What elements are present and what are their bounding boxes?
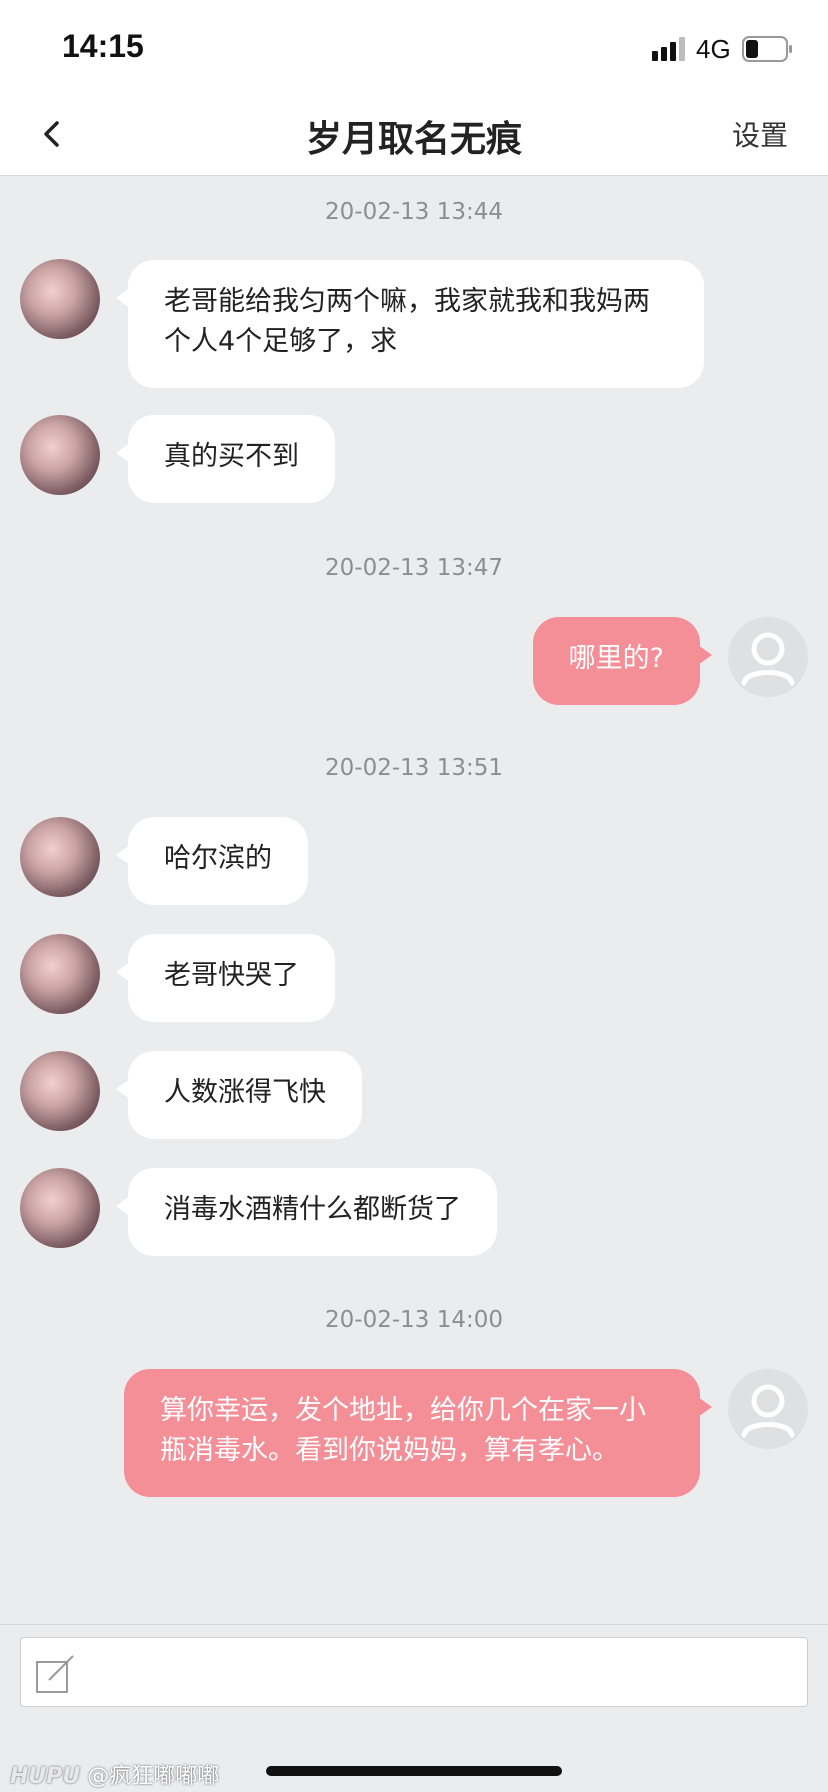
status-bar: 14:15 4G — [0, 0, 828, 92]
user-avatar[interactable] — [728, 1369, 808, 1449]
message-text: 人数涨得飞快 — [164, 1077, 326, 1108]
timestamp: 20-02-13 13:51 — [325, 755, 503, 781]
chat-area[interactable]: 20-02-13 13:44 老哥能给我匀两个嘛，我家就我和我妈两 个人4个足够… — [0, 177, 828, 1624]
contact-avatar[interactable] — [20, 259, 100, 339]
nav-bar: 岁月取名无痕 设置 — [0, 92, 828, 176]
message-bubble-incoming[interactable]: 老哥能给我匀两个嘛，我家就我和我妈两 个人4个足够了，求 — [116, 260, 704, 388]
message-bubble-incoming[interactable]: 哈尔滨的 — [116, 817, 308, 905]
watermark-handle: @疯狂嘟嘟嘟 — [87, 1764, 220, 1789]
message-bubble-outgoing[interactable]: 哪里的? — [532, 617, 713, 705]
message-text: 哈尔滨的 — [164, 843, 272, 874]
compose-icon[interactable] — [35, 1654, 75, 1694]
message-bubble-outgoing[interactable]: 算你幸运，发个地址，给你几个在家一小 瓶消毒水。看到你说妈妈，算有孝心。 — [124, 1369, 712, 1497]
network-label: 4G — [696, 34, 731, 64]
chevron-left-icon — [44, 121, 59, 147]
default-user-icon — [741, 1384, 795, 1438]
settings-button[interactable]: 设置 — [732, 114, 788, 154]
message-text: 老哥能给我匀两个嘛，我家就我和我妈两 — [164, 286, 650, 317]
message-bubble-incoming[interactable]: 老哥快哭了 — [116, 934, 335, 1022]
watermark-brand: HUPU — [10, 1764, 81, 1789]
message-text: 真的买不到 — [164, 441, 299, 472]
status-time: 14:15 — [62, 28, 144, 64]
message-text: 哪里的? — [568, 643, 664, 674]
message-bubble-incoming[interactable]: 真的买不到 — [116, 415, 335, 503]
timestamp: 20-02-13 13:47 — [325, 555, 503, 581]
message-text: 个人4个足够了，求 — [164, 326, 398, 357]
message-text: 消毒水酒精什么都断货了 — [164, 1194, 461, 1225]
timestamp: 20-02-13 13:44 — [325, 199, 503, 225]
battery-icon — [742, 36, 792, 62]
message-text: 老哥快哭了 — [164, 960, 299, 991]
home-indicator[interactable] — [266, 1766, 562, 1776]
message-bubble-incoming[interactable]: 人数涨得飞快 — [116, 1051, 362, 1139]
contact-avatar[interactable] — [20, 934, 100, 1014]
page-title: 岁月取名无痕 — [305, 119, 522, 160]
user-avatar[interactable] — [728, 617, 808, 697]
contact-avatar[interactable] — [20, 1051, 100, 1131]
default-user-icon — [741, 632, 795, 686]
message-text: 瓶消毒水。看到你说妈妈，算有孝心。 — [160, 1435, 619, 1466]
message-text: 算你幸运，发个地址，给你几个在家一小 — [160, 1395, 646, 1426]
watermark: HUPU @疯狂嘟嘟嘟 — [10, 1758, 219, 1790]
contact-avatar[interactable] — [20, 415, 100, 495]
message-bubble-incoming[interactable]: 消毒水酒精什么都断货了 — [116, 1168, 497, 1256]
signal-icon — [652, 37, 685, 61]
back-button[interactable] — [24, 106, 80, 162]
timestamp: 20-02-13 14:00 — [325, 1307, 503, 1333]
contact-avatar[interactable] — [20, 1168, 100, 1248]
message-input[interactable] — [20, 1637, 808, 1707]
contact-avatar[interactable] — [20, 817, 100, 897]
